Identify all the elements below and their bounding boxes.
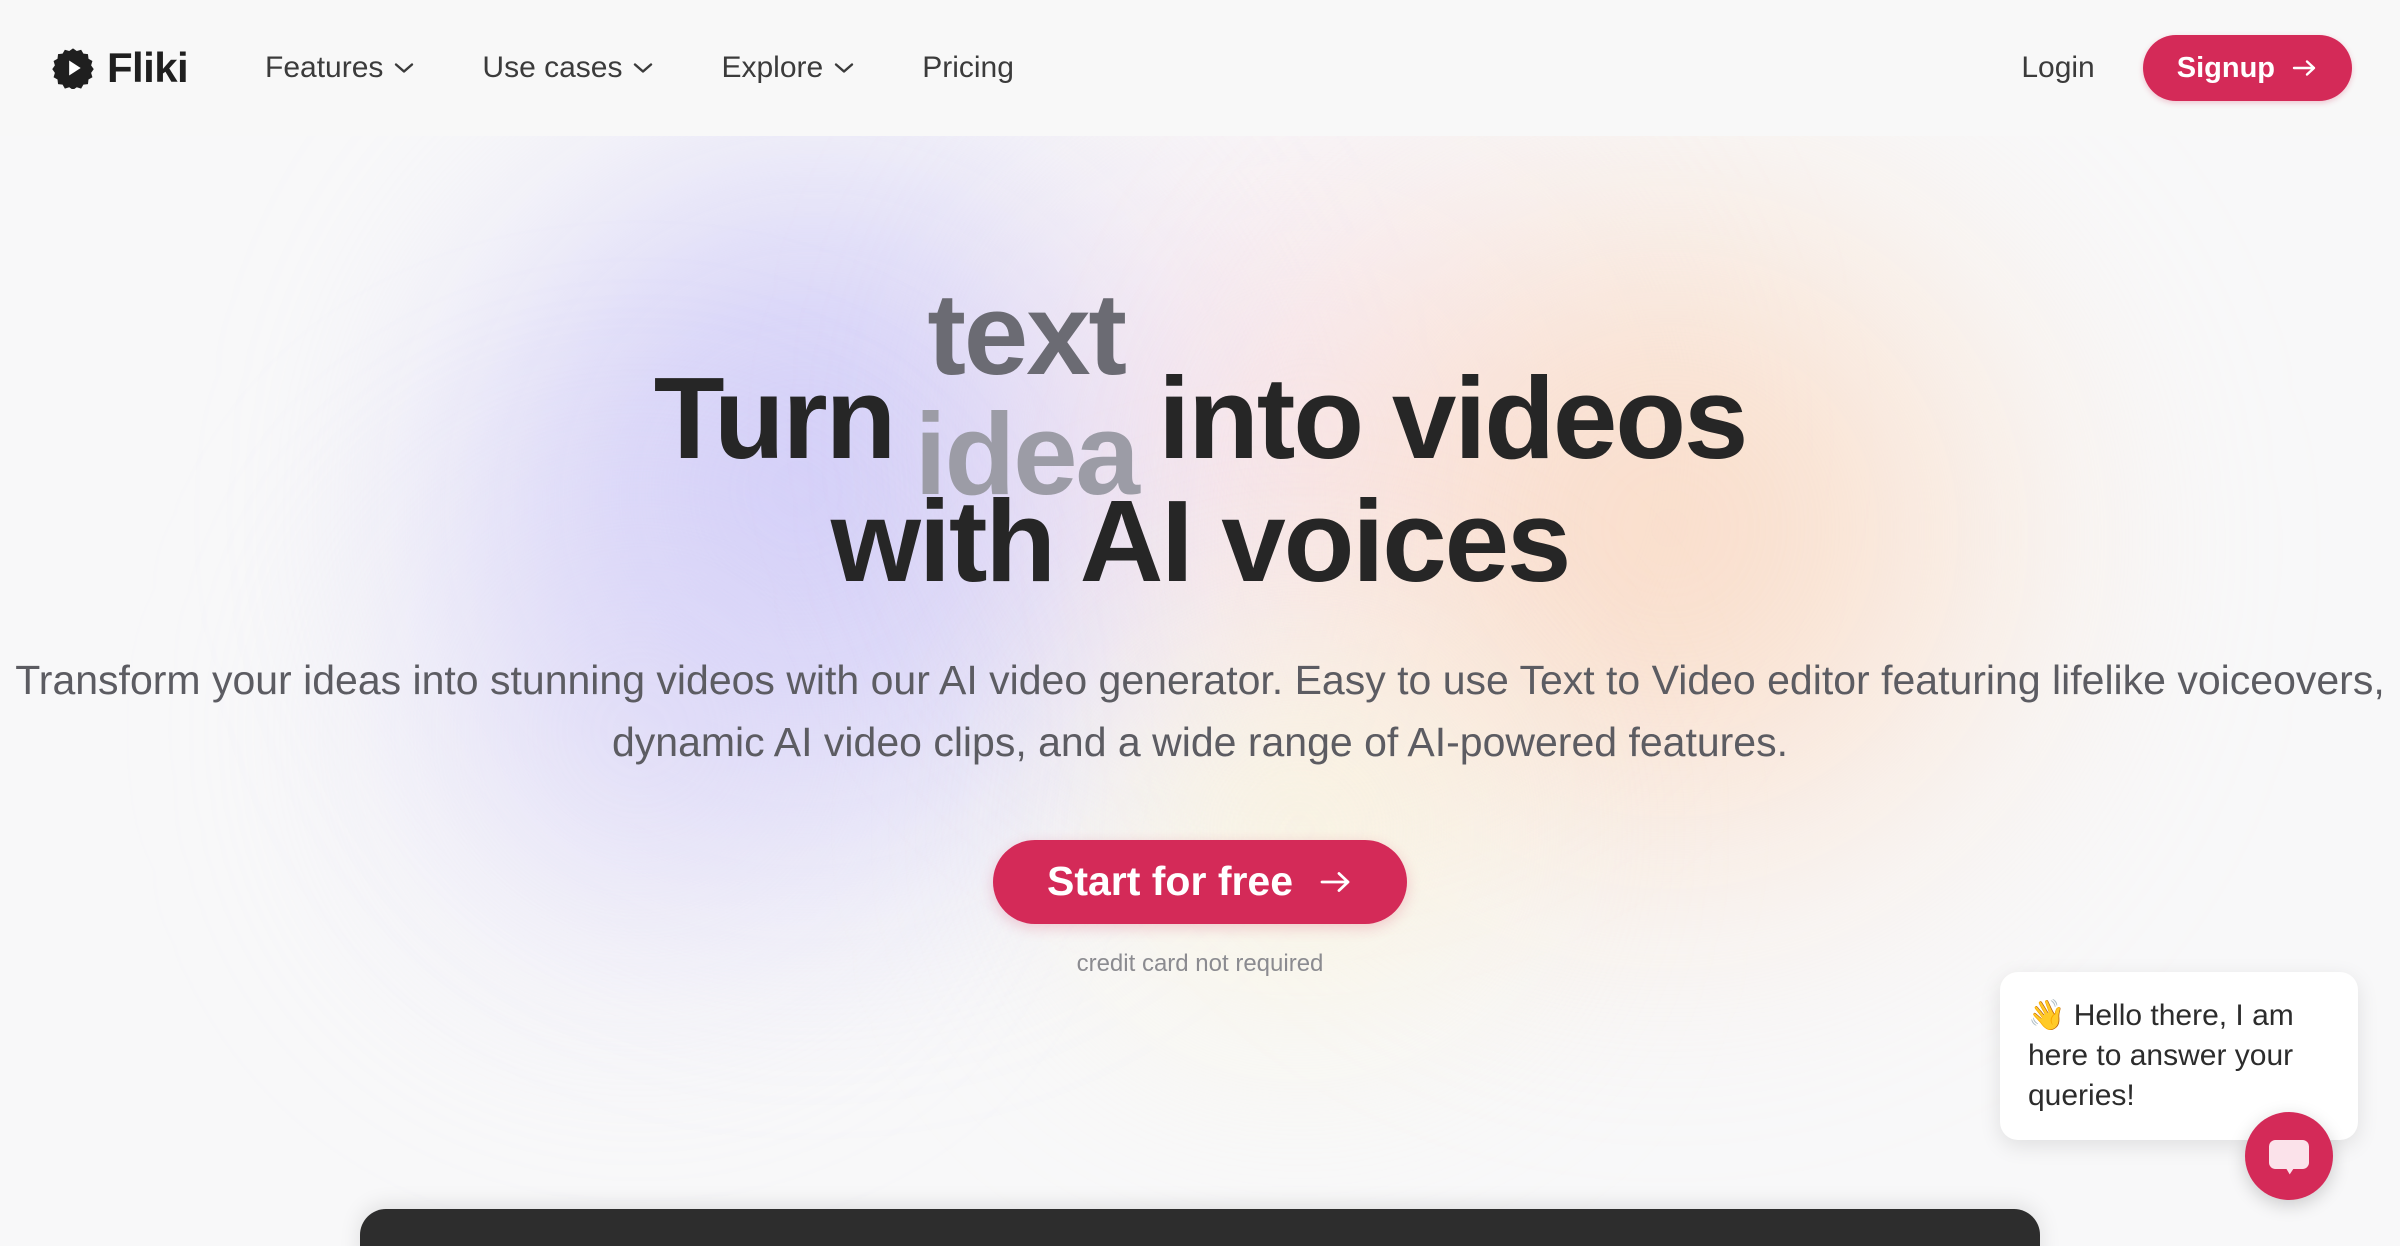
start-for-free-button[interactable]: Start for free xyxy=(992,839,1408,924)
chat-launcher-button[interactable] xyxy=(2245,1112,2333,1200)
login-link[interactable]: Login xyxy=(2011,43,2104,93)
nav-item-label: Use cases xyxy=(482,51,623,84)
chat-bubble-icon xyxy=(2266,1133,2312,1179)
hero-section: Turn text idea into videos with AI voice… xyxy=(0,136,2400,978)
arrow-right-icon xyxy=(1319,869,1353,895)
nav-item-explore[interactable]: Explore xyxy=(697,41,878,95)
headline-middle: into videos xyxy=(1158,353,1748,483)
page-title: Turn text idea into videos with AI voice… xyxy=(0,276,2400,606)
chevron-down-icon xyxy=(394,62,414,74)
arrow-right-icon xyxy=(2292,58,2318,78)
headline-prefix: Turn xyxy=(653,353,897,483)
navbar-actions: Login Signup xyxy=(2011,35,2352,101)
fliki-landing-page: Fliki Features Use cases Explore Pricing… xyxy=(0,0,2400,1246)
nav-item-use-cases[interactable]: Use cases xyxy=(458,41,677,95)
cta-button-label: Start for free xyxy=(1046,858,1294,905)
main-navbar: Fliki Features Use cases Explore Pricing… xyxy=(0,0,2400,136)
editor-preview-panel[interactable] xyxy=(360,1209,2040,1246)
hero-cta-group: Start for free credit card not required xyxy=(0,839,2400,978)
nav-item-label: Features xyxy=(265,51,384,84)
rotating-word-incoming: idea xyxy=(914,389,1140,519)
nav-item-features[interactable]: Features xyxy=(241,41,438,95)
chevron-down-icon xyxy=(834,62,854,74)
brand-logo[interactable]: Fliki xyxy=(52,44,189,91)
rotating-word-carousel: text idea xyxy=(900,276,1152,512)
cta-note: credit card not required xyxy=(1076,949,1324,977)
headline-line-2: with AI voices xyxy=(830,475,1572,606)
signup-button[interactable]: Signup xyxy=(2142,35,2352,101)
headline-line-1: Turn text idea into videos xyxy=(0,276,2400,512)
editor-preview-toolbar xyxy=(360,1234,2040,1246)
nav-item-pricing[interactable]: Pricing xyxy=(898,41,1038,95)
nav-item-label: Explore xyxy=(721,51,824,84)
chevron-down-icon xyxy=(633,62,653,74)
nav-item-label: Pricing xyxy=(922,51,1014,84)
fliki-gear-play-logo-icon xyxy=(52,47,94,89)
rotating-word-outgoing: text xyxy=(927,269,1127,399)
signup-button-label: Signup xyxy=(2176,51,2275,84)
primary-navigation: Features Use cases Explore Pricing xyxy=(241,41,1038,95)
chat-greeting-text: 👋 Hello there, I am here to answer your … xyxy=(2028,999,2294,1112)
hero-subheading: Transform your ideas into stunning video… xyxy=(15,656,2385,765)
brand-name: Fliki xyxy=(107,44,189,91)
